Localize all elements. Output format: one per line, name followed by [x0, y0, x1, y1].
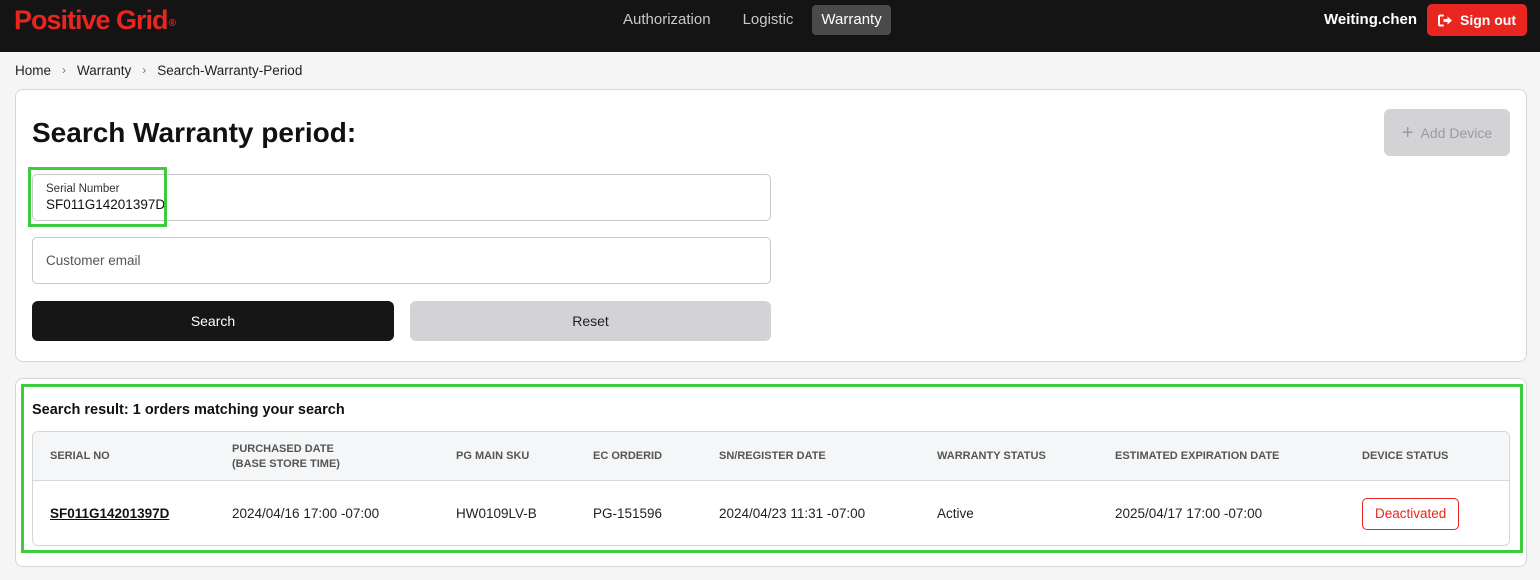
col-ec-orderid: EC ORDERID	[593, 450, 663, 462]
serial-number-field[interactable]: Serial Number SF011G14201397D	[32, 174, 771, 221]
sign-out-label: Sign out	[1460, 12, 1516, 28]
plus-icon: +	[1401, 121, 1414, 144]
device-status-cell: Deactivated	[1362, 481, 1460, 545]
breadcrumb: Home › Warranty › Search-Warranty-Period	[15, 60, 302, 80]
nav-authorization[interactable]: Authorization	[610, 5, 724, 35]
device-status-badge[interactable]: Deactivated	[1362, 497, 1460, 530]
results-summary: Search result: 1 orders matching your se…	[32, 402, 345, 418]
serial-number-label: Serial Number	[46, 183, 120, 195]
results-table: SERIAL NO PURCHASED DATE (BASE STORE TIM…	[32, 431, 1510, 546]
sign-out-icon	[1438, 14, 1453, 27]
warranty-status-cell: Active	[937, 506, 974, 521]
positive-grid-logo[interactable]: Positive Grid®	[14, 2, 176, 38]
table-header: SERIAL NO PURCHASED DATE (BASE STORE TIM…	[33, 432, 1509, 481]
top-navigation-bar: Positive Grid® Authorization Logistic Wa…	[0, 0, 1540, 52]
serial-number-value: SF011G14201397D	[46, 197, 166, 212]
serial-no-link[interactable]: SF011G14201397D	[50, 481, 169, 545]
customer-email-field[interactable]: Customer email	[32, 237, 771, 284]
expiration-date-cell: 2025/04/17 17:00 -07:00	[1115, 506, 1263, 521]
purchased-date-cell: 2024/04/16 17:00 -07:00	[232, 506, 380, 521]
breadcrumb-current: Search-Warranty-Period	[157, 62, 303, 78]
add-device-button[interactable]: + Add Device	[1384, 109, 1510, 156]
col-sn-register-date: SN/REGISTER DATE	[719, 450, 826, 462]
main-nav: Authorization Logistic Warranty	[610, 5, 897, 35]
page-title: Search Warranty period:	[32, 117, 357, 148]
add-device-label: Add Device	[1420, 124, 1493, 141]
search-button[interactable]: Search	[32, 301, 394, 341]
col-estimated-expiration: ESTIMATED EXPIRATION DATE	[1115, 450, 1280, 462]
chevron-right-icon: ›	[62, 63, 67, 77]
breadcrumb-home[interactable]: Home	[15, 63, 51, 78]
col-purchased-date-line2: (BASE STORE TIME)	[232, 457, 340, 470]
register-date-cell: 2024/04/23 11:31 -07:00	[719, 506, 866, 521]
order-id-cell: PG-151596	[593, 506, 663, 521]
registered-mark: ®	[168, 18, 176, 29]
col-warranty-status: WARRANTY STATUS	[937, 450, 1046, 462]
breadcrumb-warranty[interactable]: Warranty	[77, 63, 131, 78]
col-device-status: DEVICE STATUS	[1362, 450, 1449, 462]
col-serial-no: SERIAL NO	[50, 450, 110, 462]
reset-button[interactable]: Reset	[410, 301, 771, 341]
nav-warranty[interactable]: Warranty	[812, 5, 891, 35]
nav-logistic[interactable]: Logistic	[730, 5, 807, 35]
sign-out-button[interactable]: Sign out	[1427, 4, 1527, 36]
sku-cell: HW0109LV-B	[456, 506, 537, 521]
username: Weiting.chen	[1324, 11, 1418, 28]
logo-text: Positive Grid	[14, 5, 169, 35]
customer-email-placeholder: Customer email	[46, 253, 141, 268]
col-purchased-date-line1: PURCHASED DATE	[232, 442, 334, 455]
chevron-right-icon: ›	[142, 63, 147, 77]
col-purchased-date: PURCHASED DATE (BASE STORE TIME)	[232, 432, 340, 481]
col-pg-main-sku: PG MAIN SKU	[456, 450, 530, 462]
